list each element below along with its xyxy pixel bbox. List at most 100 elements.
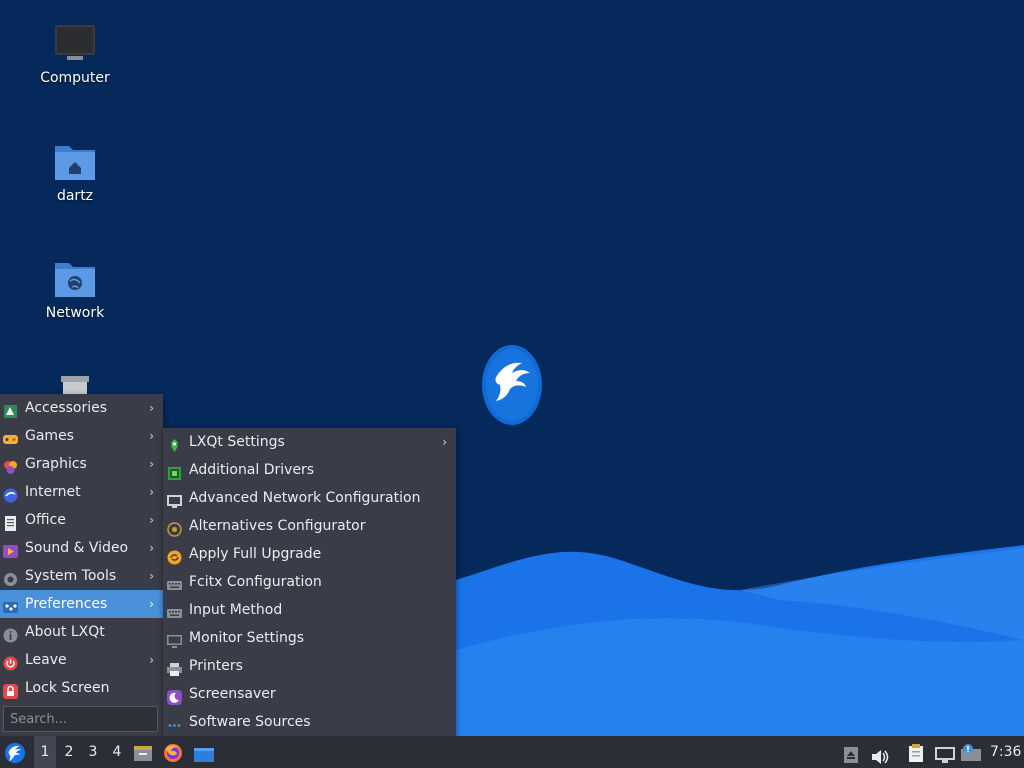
network-tray-button[interactable] [934, 736, 956, 768]
lubuntu-logo [482, 345, 542, 425]
clock[interactable]: 7:36 [990, 736, 1021, 768]
menu-item-label: Apply Full Upgrade [189, 546, 322, 562]
lubuntu-menu-icon [4, 742, 26, 768]
menu-item-additional-drivers[interactable]: Additional Drivers [163, 456, 456, 484]
menu-item-lxqt-settings[interactable]: LXQt Settings › [163, 428, 456, 456]
upgrade-icon [167, 547, 182, 565]
desktop-icon-label: Network [45, 305, 105, 321]
games-icon [3, 429, 18, 444]
start-menu-button[interactable] [4, 736, 28, 768]
show-desktop-button[interactable] [193, 736, 215, 768]
menu-item-label: Screensaver [189, 686, 276, 702]
chevron-right-icon: › [149, 513, 154, 527]
system-tools-icon [3, 569, 18, 586]
eject-tray-button[interactable] [843, 736, 861, 768]
chevron-right-icon: › [442, 435, 447, 449]
alternatives-icon [167, 519, 182, 537]
volume-icon [870, 744, 890, 768]
menu-item-office[interactable]: Office › [0, 506, 163, 534]
update-notifier-tray-button[interactable] [960, 736, 982, 768]
menu-search-input[interactable]: Search... [3, 706, 158, 732]
menu-item-label: Printers [189, 658, 243, 674]
menu-item-label: Lock Screen [25, 680, 110, 696]
update-notifier-icon [960, 742, 982, 768]
chevron-right-icon: › [149, 429, 154, 443]
desktop-icon [193, 743, 215, 768]
menu-item-graphics[interactable]: Graphics › [0, 450, 163, 478]
menu-item-internet[interactable]: Internet › [0, 478, 163, 506]
menu-item-input-method[interactable]: Input Method [163, 596, 456, 624]
main-menu[interactable]: Accessories › Games › Graphics › Internet › Offi… [0, 394, 163, 736]
clipboard-tray-button[interactable] [906, 736, 928, 768]
menu-item-software-sources[interactable]: Software Sources [163, 708, 456, 736]
network-config-icon [167, 491, 182, 508]
menu-item-label: Additional Drivers [189, 462, 315, 478]
file-manager-icon [133, 742, 153, 768]
menu-item-label: Alternatives Configurator [189, 518, 366, 534]
menu-item-screensaver[interactable]: Screensaver [163, 680, 456, 708]
chevron-right-icon: › [149, 541, 154, 555]
accessories-icon [3, 401, 18, 418]
menu-item-leave[interactable]: Leave › [0, 646, 163, 674]
eject-icon [843, 743, 859, 768]
file-manager-launcher[interactable] [133, 736, 155, 768]
network-folder-icon [53, 257, 97, 301]
menu-item-sound-video[interactable]: Sound & Video › [0, 534, 163, 562]
firefox-icon [163, 742, 183, 768]
software-sources-icon [167, 715, 182, 730]
clipboard-icon [906, 742, 926, 768]
menu-item-label: Leave [25, 652, 67, 668]
menu-item-apply-full-upgrade[interactable]: Apply Full Upgrade [163, 540, 456, 568]
menu-item-label: Games [25, 428, 74, 444]
desktop-icon-computer[interactable]: Computer [25, 22, 125, 86]
menu-item-monitor-settings[interactable]: Monitor Settings [163, 624, 456, 652]
keyboard-icon [167, 575, 182, 590]
menu-item-lock-screen[interactable]: Lock Screen [0, 674, 163, 702]
menu-item-label: System Tools [25, 568, 117, 584]
menu-item-about-lxqt[interactable]: About LXQt [0, 618, 163, 646]
menu-item-label: Software Sources [189, 714, 311, 730]
menu-item-system-tools[interactable]: System Tools › [0, 562, 163, 590]
chevron-right-icon: › [149, 569, 154, 583]
monitor-icon [167, 631, 182, 648]
preferences-submenu[interactable]: LXQt Settings › Additional Drivers Advanced… [163, 428, 456, 736]
menu-item-printers[interactable]: Printers [163, 652, 456, 680]
lxqt-settings-icon [167, 435, 182, 452]
workspace-3[interactable]: 3 [82, 736, 104, 768]
menu-item-accessories[interactable]: Accessories › [0, 394, 163, 422]
network-icon [934, 743, 956, 768]
menu-item-label: Preferences [25, 596, 108, 612]
workspace-4[interactable]: 4 [106, 736, 128, 768]
menu-item-preferences[interactable]: Preferences › [0, 590, 163, 618]
chevron-right-icon: › [149, 401, 154, 415]
workspace-1[interactable]: 1 [34, 736, 56, 768]
menu-item-label: Sound & Video [25, 540, 129, 556]
menu-item-label: Monitor Settings [189, 630, 305, 646]
volume-tray-button[interactable] [870, 736, 892, 768]
menu-item-games[interactable]: Games › [0, 422, 163, 450]
graphics-icon [3, 457, 18, 474]
chevron-right-icon: › [149, 485, 154, 499]
drivers-icon [167, 463, 182, 480]
power-icon [3, 653, 18, 671]
keyboard-icon [167, 603, 182, 618]
computer-icon [53, 22, 97, 66]
menu-item-label: Accessories [25, 400, 108, 416]
lock-icon [3, 681, 18, 699]
menu-item-alternatives-configurator[interactable]: Alternatives Configurator [163, 512, 456, 540]
taskbar[interactable]: 1 2 3 4 7:36 [0, 736, 1024, 768]
printer-icon [167, 659, 182, 676]
menu-item-advanced-network-configuration[interactable]: Advanced Network Configuration [163, 484, 456, 512]
menu-item-label: Graphics [25, 456, 87, 472]
workspace-2[interactable]: 2 [58, 736, 80, 768]
desktop-icon-network[interactable]: Network [25, 257, 125, 321]
menu-item-label: Fcitx Configuration [189, 574, 322, 590]
firefox-launcher[interactable] [163, 736, 185, 768]
desktop-icon-home[interactable]: dartz [25, 140, 125, 204]
home-folder-icon [53, 140, 97, 184]
office-icon [3, 513, 18, 531]
desktop-icon-label: Computer [40, 70, 110, 86]
menu-item-fcitx-configuration[interactable]: Fcitx Configuration [163, 568, 456, 596]
sound-video-icon [3, 541, 18, 558]
menu-item-label: LXQt Settings [189, 434, 285, 450]
